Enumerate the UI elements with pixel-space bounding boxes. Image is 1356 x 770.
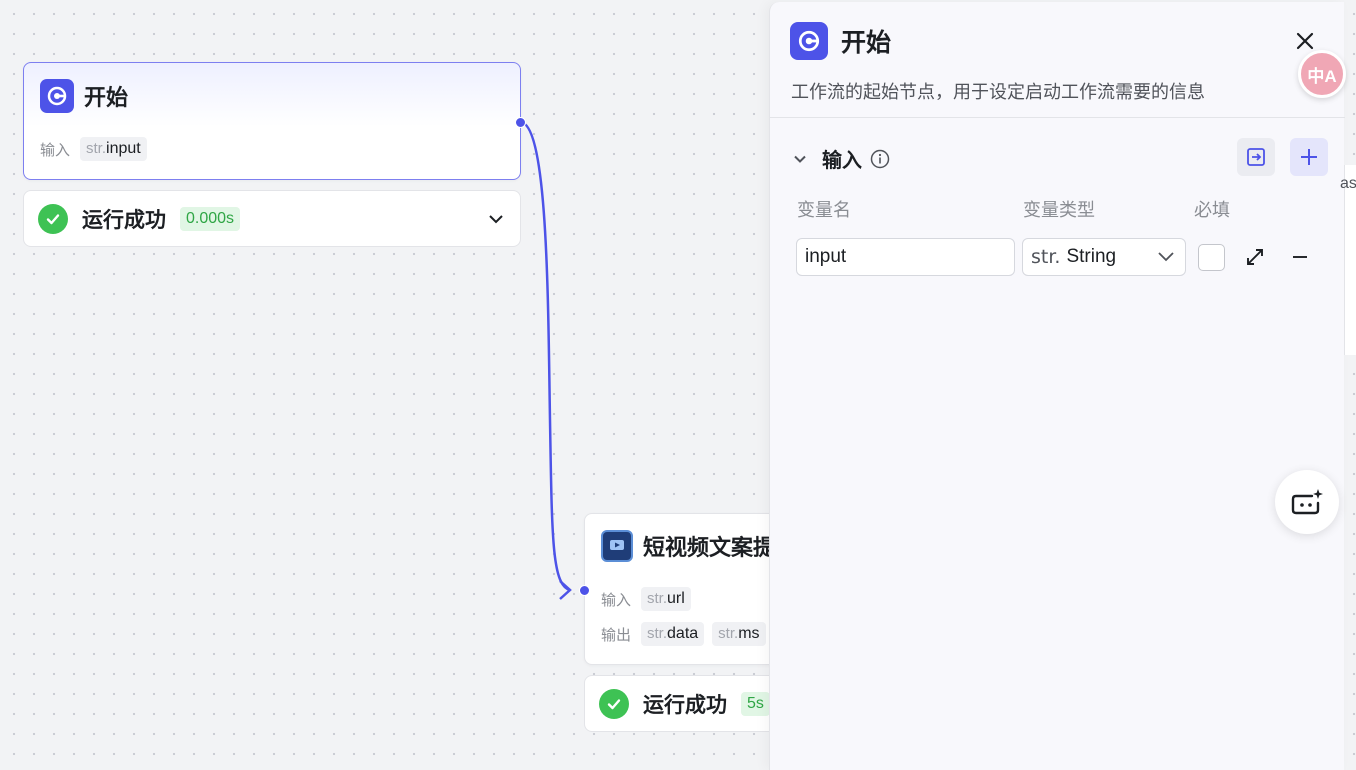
type-prefix: str. <box>86 140 107 157</box>
import-icon <box>1247 148 1265 166</box>
start-node-icon <box>790 22 828 60</box>
output-var-tag: str. data <box>641 622 705 646</box>
video-node-status[interactable]: 运行成功 5s <box>584 675 784 732</box>
var-name: url <box>667 590 685 607</box>
column-header-required: 必填 <box>1194 200 1230 220</box>
var-name: ms <box>738 625 760 642</box>
type-prefix: str. <box>1031 246 1061 268</box>
section-title: 输入 <box>822 150 862 172</box>
plus-icon <box>1301 149 1317 165</box>
panel-description: 工作流的起始节点，用于设定启动工作流需要的信息 <box>791 82 1205 102</box>
close-icon[interactable] <box>1294 30 1316 52</box>
input-section-header[interactable]: 输入 <box>792 144 890 173</box>
time-badge: 0.000s <box>180 206 241 231</box>
video-node-header: 短视频文案提 <box>601 530 775 562</box>
start-node-status[interactable]: 运行成功 0.000s <box>23 190 521 247</box>
start-node-title: 开始 <box>84 85 129 110</box>
ai-assistant-button[interactable] <box>1275 470 1339 534</box>
column-header-type: 变量类型 <box>1023 200 1095 220</box>
add-variable-button[interactable] <box>1290 138 1328 176</box>
status-text: 运行成功 <box>643 693 727 717</box>
input-var-tag: str. input <box>80 137 147 161</box>
type-prefix: str. <box>647 590 668 607</box>
translate-button[interactable]: 中A <box>1298 50 1346 98</box>
column-header-name: 变量名 <box>797 200 851 220</box>
translate-icon: 中A <box>1307 66 1337 86</box>
panel-title: 开始 <box>841 29 892 57</box>
chevron-down-icon <box>1158 252 1174 262</box>
video-node-output-row: 输出 str. data str. ms <box>601 622 774 646</box>
start-node-input-row: 输入 str. input <box>40 137 155 161</box>
var-name: input <box>106 140 141 157</box>
var-name: data <box>667 625 699 642</box>
input-label: 输入 <box>601 591 632 609</box>
time-badge: 5s <box>741 691 770 716</box>
start-node[interactable]: 开始 输入 str. input <box>23 62 526 180</box>
variable-name-input[interactable]: input <box>796 238 1015 276</box>
start-node-header: 开始 <box>40 79 128 113</box>
output-label: 输出 <box>601 626 632 644</box>
type-prefix: str. <box>647 625 668 642</box>
variable-type-select[interactable]: str. String <box>1022 238 1186 276</box>
ai-assistant-icon <box>1291 489 1323 515</box>
input-port[interactable] <box>579 585 590 596</box>
type-prefix: str. <box>718 625 739 642</box>
import-button[interactable] <box>1237 138 1275 176</box>
output-var-tag: str. ms <box>712 622 766 646</box>
status-text: 运行成功 <box>82 208 166 232</box>
required-checkbox[interactable] <box>1198 244 1225 271</box>
edge-text: as <box>1340 175 1356 192</box>
info-icon[interactable] <box>870 149 890 169</box>
divider <box>770 117 1345 118</box>
chevron-down-icon[interactable] <box>486 209 506 229</box>
side-panel-edge <box>1344 165 1356 355</box>
video-node[interactable]: 短视频文案提 输入 str. url 输出 str. data str. ms <box>579 513 784 665</box>
expand-icon[interactable] <box>1244 246 1266 268</box>
output-port[interactable] <box>515 117 526 128</box>
input-label: 输入 <box>40 141 71 159</box>
type-value: String <box>1066 246 1117 267</box>
panel-header: 开始 <box>790 22 891 60</box>
video-node-input-row: 输入 str. url <box>601 587 699 611</box>
video-node-title: 短视频文案提 <box>643 535 776 560</box>
node-config-panel: 开始 工作流的起始节点，用于设定启动工作流需要的信息 输入 变量名 变量类型 必… <box>769 2 1345 770</box>
start-node-icon <box>40 79 74 113</box>
video-icon <box>601 530 633 562</box>
chevron-down-icon[interactable] <box>792 151 808 167</box>
check-icon <box>599 688 629 719</box>
check-icon <box>38 203 68 234</box>
input-var-tag: str. url <box>641 587 691 611</box>
remove-variable-icon[interactable] <box>1291 248 1309 266</box>
